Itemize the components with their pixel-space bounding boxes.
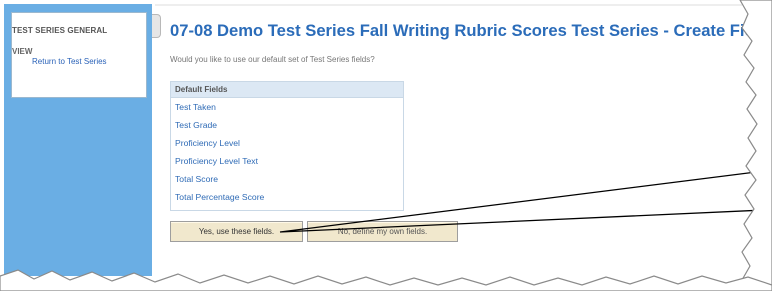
sidebar-heading: TEST SERIES GENERAL: [12, 26, 108, 35]
page-title: 07-08 Demo Test Series Fall Writing Rubr…: [170, 21, 772, 40]
field-proficiency-level: Proficiency Level: [175, 138, 240, 148]
use-default-fields-button[interactable]: Yes, use these fields.: [170, 221, 303, 242]
sidebar-view-label: VIEW: [12, 47, 33, 56]
collapse-tab-handle[interactable]: [152, 14, 161, 38]
field-test-grade: Test Grade: [175, 120, 218, 130]
field-test-taken: Test Taken: [175, 102, 216, 112]
field-total-score: Total Score: [175, 174, 218, 184]
prompt-text: Would you like to use our default set of…: [170, 55, 375, 64]
return-to-test-series-link[interactable]: Return to Test Series: [32, 57, 107, 66]
field-proficiency-level-text: Proficiency Level Text: [175, 156, 258, 166]
field-total-percentage-score: Total Percentage Score: [175, 192, 265, 202]
default-fields-header: Default Fields: [171, 82, 403, 98]
define-own-fields-button[interactable]: No, define my own fields.: [307, 221, 458, 242]
default-fields-panel: Default Fields Test Taken Test Grade Pro…: [170, 81, 404, 211]
torn-right-edge: [739, 0, 772, 291]
